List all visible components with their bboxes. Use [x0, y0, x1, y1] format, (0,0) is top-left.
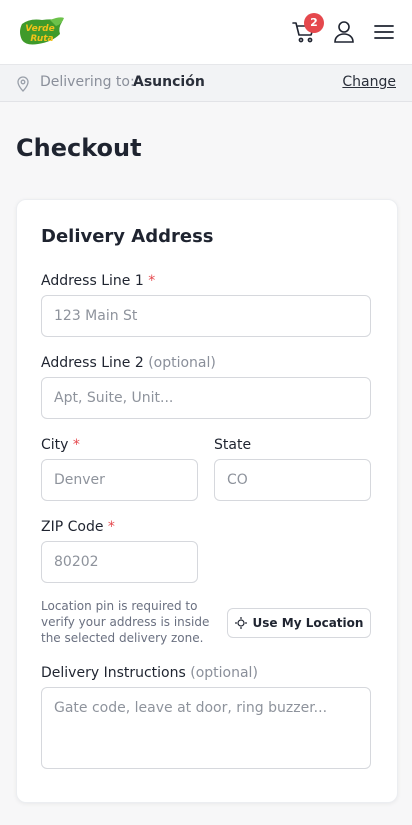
city-label: City * — [41, 437, 80, 453]
location-hint-text: Location pin is required to verify your … — [41, 599, 210, 645]
page-title: Checkout — [16, 134, 142, 162]
section-title: Delivery Address — [41, 226, 214, 247]
state-input[interactable] — [214, 459, 371, 501]
delivery-address-card: Delivery Address Address Line 1 * Addres… — [16, 199, 398, 803]
zip-code-label: ZIP Code * — [41, 519, 115, 535]
address-line-1-input[interactable] — [41, 295, 371, 337]
address-line-1-label: Address Line 1 * — [41, 273, 156, 289]
delivery-location-bar: Delivering to: Asunción Change — [0, 65, 412, 102]
city-input[interactable] — [41, 459, 198, 501]
crosshair-icon — [234, 617, 247, 629]
top-header: Verde Ruta 2 — [0, 0, 412, 65]
location-pin-icon — [17, 76, 29, 92]
zip-code-input[interactable] — [41, 541, 198, 583]
delivery-instructions-label: Delivery Instructions (optional) — [41, 665, 258, 681]
svg-text:Ruta: Ruta — [30, 34, 53, 44]
use-my-location-button[interactable]: Use My Location — [227, 608, 371, 638]
required-marker: * — [107, 519, 115, 535]
delivery-city: Asunción — [133, 74, 205, 90]
change-location-link[interactable]: Change — [342, 74, 396, 90]
optional-marker: (optional) — [148, 355, 216, 371]
address-line-2-label: Address Line 2 (optional) — [41, 355, 216, 371]
svg-text:Verde: Verde — [25, 24, 54, 34]
delivery-instructions-textarea[interactable] — [41, 687, 371, 769]
required-marker: * — [72, 437, 80, 453]
required-marker: * — [148, 273, 156, 289]
user-icon[interactable] — [333, 20, 355, 44]
state-label: State — [214, 437, 252, 453]
optional-marker: (optional) — [190, 665, 258, 681]
use-my-location-label: Use My Location — [252, 616, 364, 630]
delivering-to-label: Delivering to: — [40, 74, 135, 90]
cart-count-badge: 2 — [304, 13, 324, 33]
address-line-2-input[interactable] — [41, 377, 371, 419]
verde-ruta-logo[interactable]: Verde Ruta — [16, 16, 66, 48]
menu-icon[interactable] — [373, 22, 395, 42]
